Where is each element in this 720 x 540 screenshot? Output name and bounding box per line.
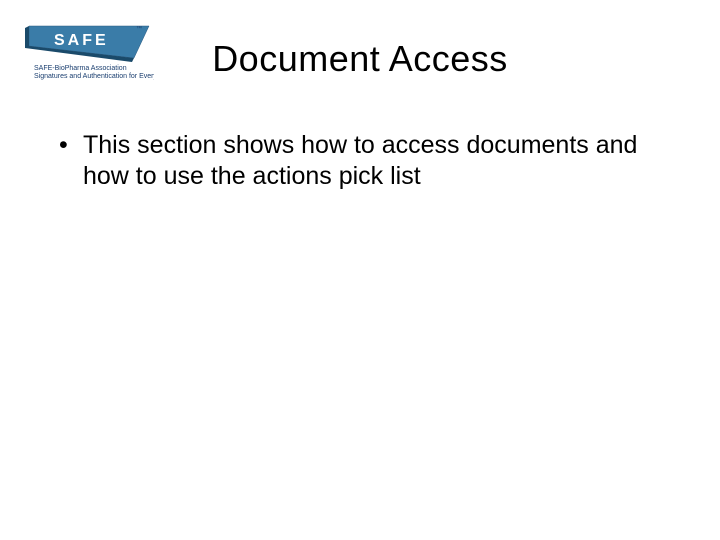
bullet-item: This section shows how to access documen… [55, 130, 665, 193]
svg-text:™: ™ [136, 25, 142, 32]
slide-title: Document Access [0, 38, 720, 80]
slide-body: This section shows how to access documen… [55, 130, 665, 193]
